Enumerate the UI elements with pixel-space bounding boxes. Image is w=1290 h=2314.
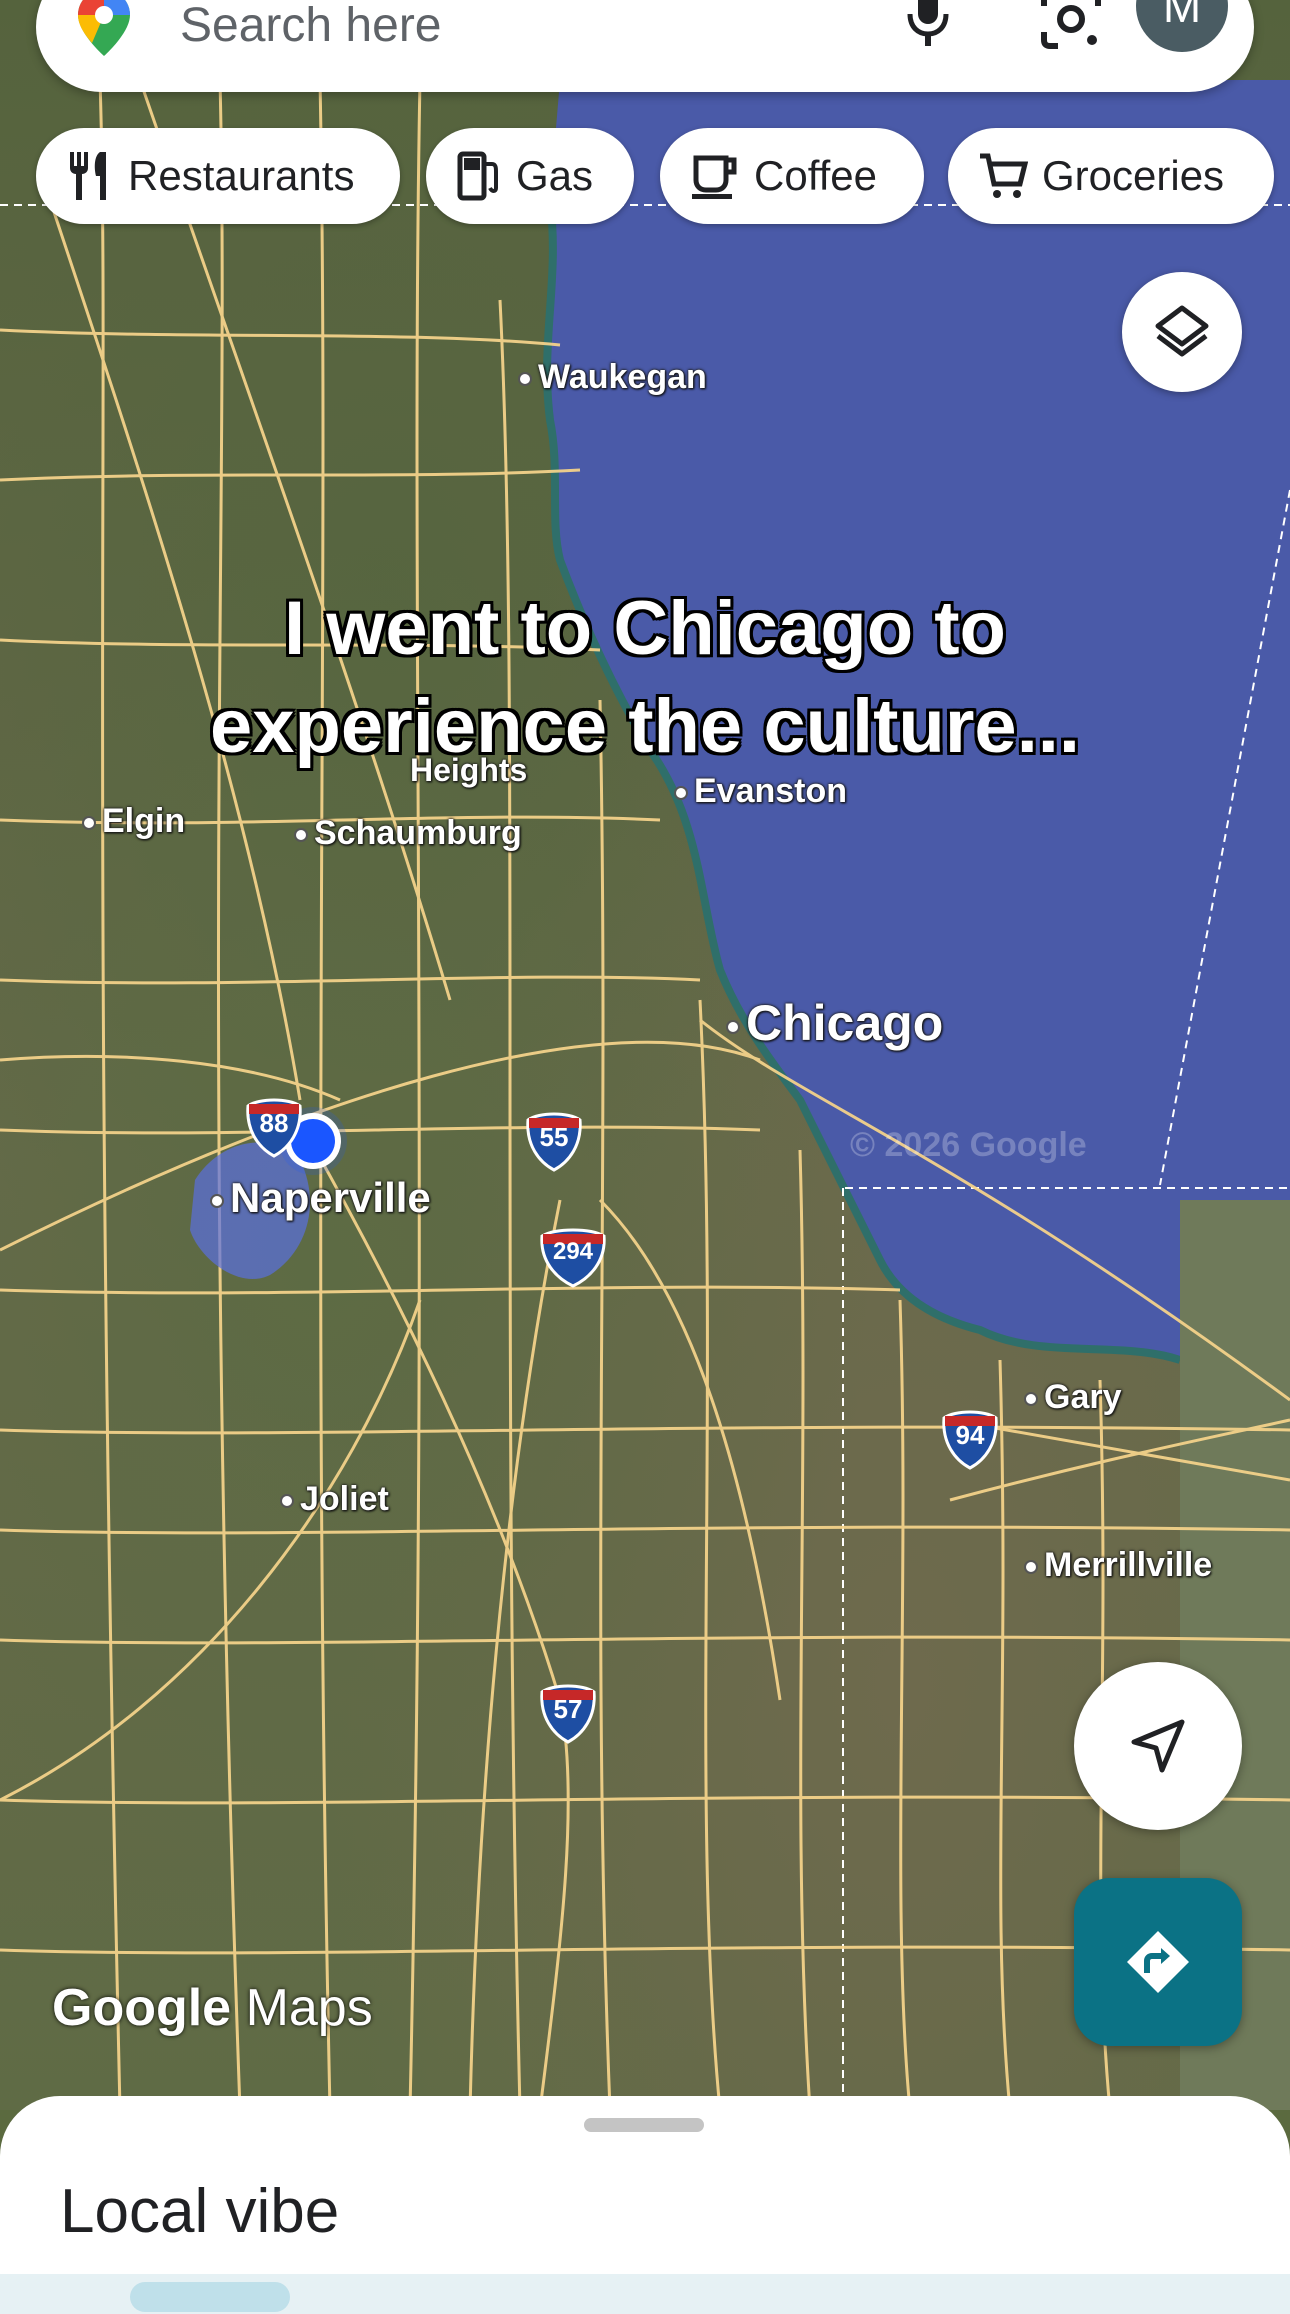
map-copyright: © 2026 Google <box>850 1126 1087 1164</box>
place-label-elgin[interactable]: Elgin <box>82 802 185 841</box>
coffee-cup-icon <box>692 155 737 199</box>
sheet-title: Local vibe <box>60 2177 340 2246</box>
caption-line-2: experience the culture... <box>209 684 1081 769</box>
gas-pump-icon <box>457 151 498 201</box>
cart-icon <box>980 153 1028 198</box>
place-label-merrillville[interactable]: Merrillville <box>1024 1546 1212 1585</box>
highway-shield-88: 88 <box>244 1096 304 1158</box>
chip-groceries[interactable]: Groceries <box>948 128 1274 224</box>
highway-number: 57 <box>553 1694 583 1724</box>
highway-shield-55: 55 <box>524 1110 584 1172</box>
directions-button[interactable] <box>1074 1878 1242 2046</box>
chip-label: Restaurants <box>128 152 355 199</box>
video-caption: I went to Chicago to experience the cult… <box>0 580 1290 776</box>
place-label-evanston[interactable]: Evanston <box>674 772 847 811</box>
place-label-schaumburg[interactable]: Schaumburg <box>294 814 522 853</box>
directions-icon <box>1127 1931 1189 1993</box>
place-label-chicago[interactable]: Chicago <box>726 994 943 1052</box>
watermark-google: Google <box>52 1979 232 2037</box>
caption-line-1: I went to Chicago to <box>284 586 1006 671</box>
place-label-gary[interactable]: Gary <box>1024 1378 1122 1417</box>
place-label-joliet[interactable]: Joliet <box>280 1480 389 1519</box>
sheet-item-peek <box>130 2282 290 2312</box>
chip-label: Groceries <box>1042 152 1225 199</box>
fork-knife-icon <box>70 152 106 200</box>
google-maps-watermark: Google Maps <box>52 1978 373 2038</box>
highway-shield-57: 57 <box>538 1682 598 1744</box>
search-input[interactable]: Search here <box>180 0 442 53</box>
highway-shield-94: 94 <box>940 1408 1000 1470</box>
highway-number: 88 <box>259 1108 289 1138</box>
chip-coffee[interactable]: Coffee <box>660 128 924 224</box>
chip-restaurants[interactable]: Restaurants <box>36 128 400 224</box>
lens-icon[interactable] <box>1036 0 1106 54</box>
highway-number: 55 <box>539 1122 569 1152</box>
search-bar[interactable]: Search here M <box>36 0 1254 92</box>
bottom-sheet[interactable]: Local vibe <box>0 2096 1290 2314</box>
maps-pin-icon <box>78 0 130 56</box>
watermark-maps: Maps <box>245 1979 373 2037</box>
highway-number: 94 <box>955 1420 985 1450</box>
chip-label: Gas <box>516 152 594 199</box>
layers-button[interactable] <box>1122 272 1242 392</box>
chip-gas[interactable]: Gas <box>426 128 634 224</box>
highway-shield-294: 294 <box>538 1226 608 1288</box>
place-label-waukegan[interactable]: Waukegan <box>518 358 707 397</box>
mic-icon[interactable] <box>898 0 958 52</box>
my-location-button[interactable] <box>1074 1662 1242 1830</box>
place-label-naperville[interactable]: Naperville <box>210 1174 431 1222</box>
navigation-arrow-icon <box>1131 1719 1185 1773</box>
chip-label: Coffee <box>754 152 877 199</box>
drag-handle[interactable] <box>584 2118 704 2132</box>
avatar[interactable]: M <box>1136 0 1228 52</box>
highway-number: 294 <box>552 1238 594 1265</box>
layers-icon <box>1155 305 1209 357</box>
